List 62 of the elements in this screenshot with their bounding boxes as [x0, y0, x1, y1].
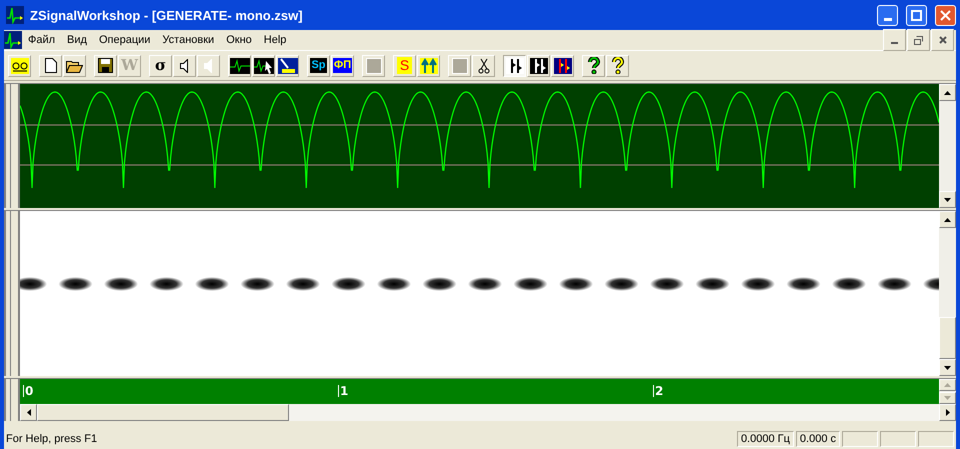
scissors-icon	[478, 58, 490, 74]
cassette-icon	[10, 58, 28, 74]
minimize-icon	[891, 42, 898, 44]
restore-icon	[914, 36, 923, 44]
restore-button[interactable]	[907, 29, 930, 51]
markers-icon	[506, 58, 524, 74]
minimize-button[interactable]	[883, 29, 906, 51]
waveform-cursor-icon	[254, 58, 274, 74]
new-document-icon	[44, 58, 56, 73]
toolbar-button[interactable]: σ	[149, 54, 172, 76]
maximize-button[interactable]	[906, 4, 927, 26]
left-arrow-icon[interactable]	[26, 409, 30, 416]
horizontal-scrollbar[interactable]	[20, 404, 956, 421]
speaker-icon	[202, 58, 214, 72]
markers-icon	[554, 58, 572, 74]
splitter-bar[interactable]	[4, 379, 20, 421]
toolbar-button[interactable]: ФП	[331, 54, 354, 76]
status-text: For Help, press F1	[6, 432, 98, 444]
document-icon	[4, 31, 22, 49]
close-icon	[938, 36, 946, 44]
waveform-icon	[230, 58, 250, 74]
toolbar-button[interactable]: Sp	[307, 54, 330, 76]
blank-icon	[366, 58, 382, 74]
menu-item[interactable]: Help	[258, 34, 292, 46]
status-panel	[880, 430, 916, 446]
ruler-label: 2	[653, 385, 664, 397]
splitter-bar[interactable]	[4, 211, 20, 376]
markers-icon	[530, 58, 548, 74]
up-arrow-icon[interactable]	[944, 90, 951, 94]
minimize-button[interactable]	[877, 4, 898, 26]
menu-item[interactable]: Операции	[92, 34, 156, 46]
status-panel: 0.000 с	[796, 430, 840, 446]
splitter-bar[interactable]	[4, 84, 20, 208]
status-panel	[842, 430, 878, 446]
menu-item[interactable]: Окно	[220, 34, 258, 46]
vertical-scrollbar[interactable]	[939, 211, 956, 376]
menu-item[interactable]: Файл	[22, 34, 62, 46]
menu-item[interactable]: Вид	[61, 34, 93, 46]
close-icon	[940, 10, 951, 20]
toolbar-button[interactable]	[503, 54, 526, 76]
folder-icon	[66, 58, 83, 72]
vertical-scrollbar[interactable]	[939, 84, 956, 208]
speaker-icon	[178, 58, 190, 72]
ruler-label: 0	[23, 385, 34, 397]
up-arrows-icon	[420, 58, 438, 74]
up-arrow-icon[interactable]	[944, 218, 951, 222]
status-panel: 0.0000 Гц	[736, 430, 794, 446]
maximize-icon	[911, 10, 922, 20]
status-panel	[918, 430, 954, 446]
blank-icon	[452, 58, 468, 74]
ruler-label: 1	[338, 385, 348, 397]
down-arrow-icon[interactable]	[944, 366, 951, 370]
minimize-icon	[884, 18, 892, 20]
close-button[interactable]	[935, 4, 956, 26]
window-title: ZSignalWorkshop - [GENERATE- mono.zsw]	[30, 8, 304, 22]
close-button[interactable]	[931, 29, 954, 51]
down-arrow-icon[interactable]	[944, 198, 951, 202]
app-logo-icon	[6, 6, 24, 24]
toolbar-button[interactable]: S	[393, 54, 416, 76]
scope-icon	[278, 58, 298, 74]
right-arrow-icon[interactable]	[946, 409, 950, 416]
menu-item[interactable]: Установки	[156, 34, 220, 46]
